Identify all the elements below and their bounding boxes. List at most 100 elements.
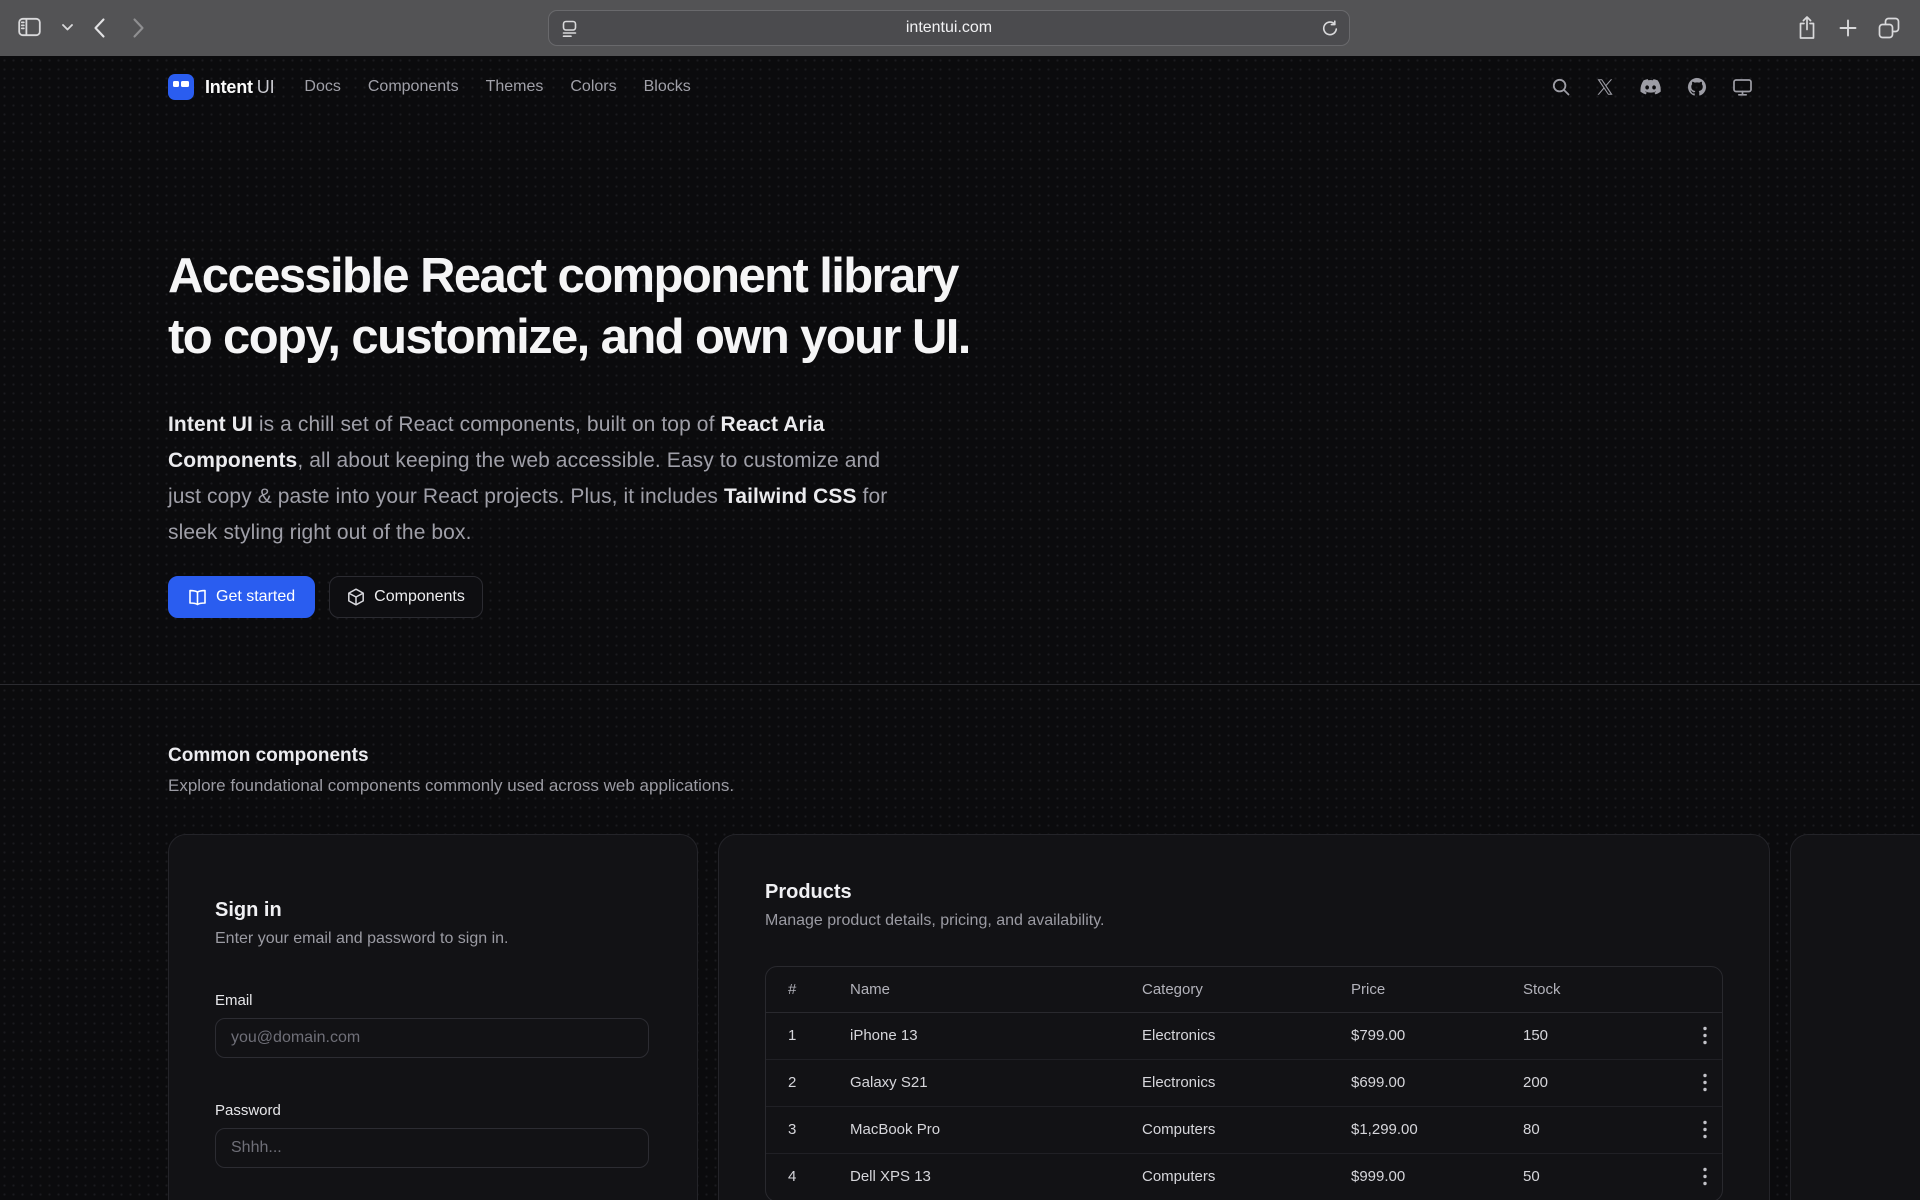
brand-name[interactable]: IntentUI <box>205 77 274 98</box>
products-table-body: 1iPhone 13Electronics$799.001502Galaxy S… <box>766 1012 1723 1200</box>
cell-category: Computers <box>1142 1106 1351 1153</box>
next-component-card <box>1790 834 1920 1200</box>
share-icon[interactable] <box>1797 15 1817 41</box>
brand-primary: Intent <box>205 77 253 97</box>
column-header-price: Price <box>1351 967 1523 1012</box>
cell-category: Electronics <box>1142 1012 1351 1059</box>
hero-paragraph-text: is a chill set of React components, buil… <box>253 413 721 436</box>
chevron-down-icon[interactable] <box>62 24 73 31</box>
cell-price: $799.00 <box>1351 1012 1523 1059</box>
search-icon <box>1552 78 1570 96</box>
page-settings-icon[interactable] <box>560 19 580 39</box>
cell-stock: 150 <box>1523 1012 1683 1059</box>
row-actions-button[interactable] <box>1697 1069 1713 1096</box>
nav-link-colors[interactable]: Colors <box>570 78 616 96</box>
sign-in-description: Enter your email and password to sign in… <box>215 930 649 948</box>
nav-link-blocks[interactable]: Blocks <box>644 78 691 96</box>
intent-ui-logo-icon[interactable] <box>168 74 194 100</box>
products-table-header-row: #NameCategoryPriceStock <box>766 967 1723 1012</box>
search-button[interactable] <box>1552 78 1570 96</box>
products-card: Products Manage product details, pricing… <box>718 834 1770 1200</box>
cell-num: 1 <box>766 1012 850 1059</box>
components-label: Components <box>374 588 465 606</box>
table-row: 4Dell XPS 13Computers$999.0050 <box>766 1153 1723 1200</box>
nav-link-themes[interactable]: Themes <box>486 78 544 96</box>
hero-cta: Get started Components <box>168 576 1752 618</box>
cell-name: Dell XPS 13 <box>850 1153 1142 1200</box>
cell-num: 2 <box>766 1059 850 1106</box>
column-header-actions <box>1683 967 1723 1012</box>
cell-num: 3 <box>766 1106 850 1153</box>
new-tab-icon[interactable] <box>1839 19 1857 37</box>
theme-switcher-button[interactable] <box>1733 78 1752 96</box>
sidebar-toggle-button[interactable] <box>18 17 41 37</box>
nav-link-docs[interactable]: Docs <box>304 78 340 96</box>
hero-paragraph: Intent UI is a chill set of React compon… <box>168 407 916 551</box>
table-row: 2Galaxy S21Electronics$699.00200 <box>766 1059 1723 1106</box>
products-table: #NameCategoryPriceStock 1iPhone 13Electr… <box>765 966 1723 1200</box>
table-row: 1iPhone 13Electronics$799.00150 <box>766 1012 1723 1059</box>
nav-actions <box>1552 78 1752 96</box>
column-header-stock: Stock <box>1523 967 1683 1012</box>
cell-stock: 50 <box>1523 1153 1683 1200</box>
hero-paragraph-emphasis: Tailwind CSS <box>724 485 857 508</box>
row-actions-button[interactable] <box>1697 1116 1713 1143</box>
x-twitter-icon <box>1597 79 1613 95</box>
column-header-category: Category <box>1142 967 1351 1012</box>
tab-overview-icon[interactable] <box>1877 16 1901 40</box>
sign-in-card: Sign in Enter your email and password to… <box>168 834 698 1200</box>
site-navbar: IntentUI Docs Components Themes Colors Block… <box>168 56 1752 96</box>
sidebar-toggle-icon <box>18 17 41 37</box>
section-title: Common components <box>168 745 1752 767</box>
section-divider <box>0 684 1920 685</box>
get-started-label: Get started <box>216 588 295 606</box>
cell-price: $999.00 <box>1351 1153 1523 1200</box>
section-subtitle: Explore foundational components commonly… <box>168 776 1752 796</box>
hero-heading-line2: to copy, customize, and own your UI. <box>168 307 1752 368</box>
sign-in-title: Sign in <box>215 899 649 922</box>
password-label: Password <box>215 1102 649 1119</box>
hero-heading-line1: Accessible React component library <box>168 246 1752 307</box>
row-actions-button[interactable] <box>1697 1022 1713 1049</box>
email-label: Email <box>215 992 649 1009</box>
column-header-name: Name <box>850 967 1142 1012</box>
package-icon <box>347 588 365 606</box>
ellipsis-vertical-icon <box>1703 1073 1707 1092</box>
cell-category: Computers <box>1142 1153 1351 1200</box>
cell-price: $699.00 <box>1351 1059 1523 1106</box>
ellipsis-vertical-icon <box>1703 1026 1707 1045</box>
reload-icon[interactable] <box>1321 20 1339 38</box>
address-bar[interactable]: intentui.com <box>548 10 1350 46</box>
hero-paragraph-emphasis: Intent UI <box>168 413 253 436</box>
page-content: IntentUI Docs Components Themes Colors Block… <box>0 56 1920 1200</box>
column-header-num: # <box>766 967 850 1012</box>
cell-name: Galaxy S21 <box>850 1059 1142 1106</box>
get-started-button[interactable]: Get started <box>168 576 315 618</box>
x-twitter-link[interactable] <box>1597 78 1613 96</box>
discord-link[interactable] <box>1640 78 1661 96</box>
cell-name: iPhone 13 <box>850 1012 1142 1059</box>
book-open-icon <box>188 589 207 606</box>
cell-stock: 80 <box>1523 1106 1683 1153</box>
cell-name: MacBook Pro <box>850 1106 1142 1153</box>
hero-heading: Accessible React component library to co… <box>168 246 1752 368</box>
cell-price: $1,299.00 <box>1351 1106 1523 1153</box>
url-text: intentui.com <box>549 19 1349 37</box>
github-icon <box>1688 78 1706 96</box>
row-actions-button[interactable] <box>1697 1163 1713 1190</box>
nav-link-components[interactable]: Components <box>368 78 459 96</box>
brand-secondary: UI <box>257 77 275 97</box>
password-field[interactable] <box>215 1128 649 1168</box>
forward-icon[interactable] <box>133 18 144 38</box>
email-field[interactable] <box>215 1018 649 1058</box>
nav-links: Docs Components Themes Colors Blocks <box>304 78 690 96</box>
table-row: 3MacBook ProComputers$1,299.0080 <box>766 1106 1723 1153</box>
back-icon[interactable] <box>94 18 105 38</box>
display-icon <box>1733 79 1752 96</box>
products-title: Products <box>765 881 1723 904</box>
ellipsis-vertical-icon <box>1703 1120 1707 1139</box>
browser-toolbar: intentui.com <box>0 0 1920 56</box>
github-link[interactable] <box>1688 78 1706 96</box>
components-button[interactable]: Components <box>329 576 483 618</box>
components-showcase: Sign in Enter your email and password to… <box>168 834 1752 1200</box>
